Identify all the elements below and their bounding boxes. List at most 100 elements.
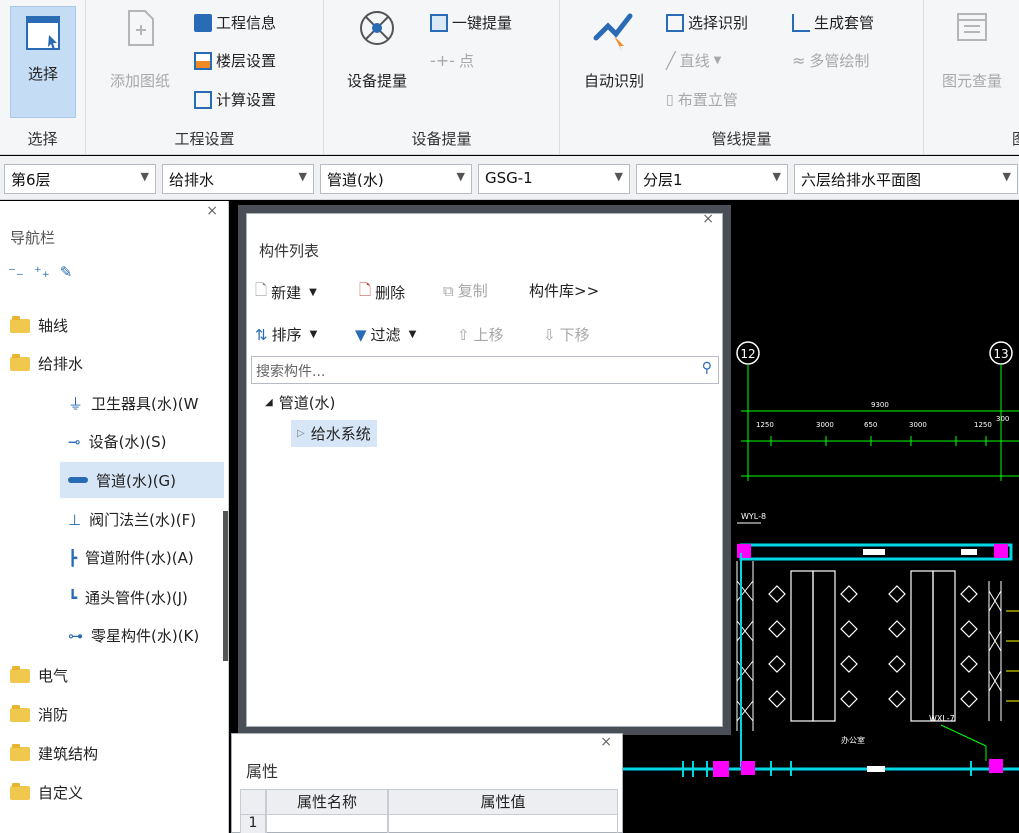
device-extract-icon [360,11,394,45]
new-button[interactable]: 🗋 新建 ▼ [255,280,317,305]
close-icon[interactable]: × [702,211,714,227]
floor-select-value: 第6层 [11,171,51,189]
close-icon[interactable]: × [206,203,218,219]
calc-settings-icon [194,90,212,109]
nav-item-valve[interactable]: ⊥ 阀门法兰(水)(F) [68,509,196,530]
add-drawing-button[interactable]: 添加图纸 [100,8,180,91]
cad-canvas-lower[interactable] [623,733,731,833]
close-icon[interactable]: × [600,734,612,750]
select-identify-label: 选择识别 [688,14,749,32]
folder-icon [10,743,30,761]
tree-node-pipe[interactable]: ◢ 管道(水) [265,392,335,413]
expand-all-icon[interactable]: ⁺₊ [34,263,50,281]
place-riser-button[interactable]: ▯ 布置立管 [666,89,738,110]
code-select[interactable]: GSG-1 ▼ [478,164,630,194]
multi-pipe-button[interactable]: ≈ 多管绘制 [792,50,869,71]
gen-sleeve-button[interactable]: 生成套管 [792,12,874,33]
nav-item-misc[interactable]: ⊶ 零星构件(水)(K) [68,625,199,646]
search-icon[interactable]: ⚲ [702,360,712,376]
calc-settings-button[interactable]: 计算设置 [194,89,276,110]
select-icon [26,16,60,50]
copy-label: 复制 [457,282,488,300]
nav-item-structure[interactable]: 建筑结构 [10,743,98,764]
search-placeholder: 搜索构件... [256,364,326,380]
select-button[interactable]: 选择 [10,6,76,118]
move-up-button[interactable]: ⇧ 上移 [457,324,504,345]
library-label: 构件库>> [529,282,600,300]
chevron-down-icon: ▼ [456,170,465,183]
layer-select[interactable]: 分层1 ▼ [636,164,788,194]
nav-scrollbar[interactable] [223,511,228,661]
collapse-all-icon[interactable]: ⁻₋ [8,263,24,281]
auto-identify-button[interactable]: 自动识别 [570,8,658,91]
filter-button[interactable]: ▼ 过滤 ▼ [355,324,416,345]
nav-item-accessory[interactable]: ┣ 管道附件(水)(A) [68,547,194,568]
collapsed-arrow-icon: ▷ [297,428,305,439]
floor-settings-icon [194,51,212,70]
drawing-select[interactable]: 六层给排水平面图 ▼ [794,164,1018,194]
chevron-down-icon: ▼ [713,55,722,66]
category-select[interactable]: 管道(水) ▼ [320,164,472,194]
new-label: 新建 [271,284,302,302]
element-qty-button[interactable]: 图元查量 [930,8,1014,91]
accessory-icon: ┣ [68,548,78,567]
select-identify-button[interactable]: 选择识别 [666,12,748,33]
nav-item-fire[interactable]: 消防 [10,704,68,725]
properties-col-value[interactable]: 属性值 [388,789,618,815]
dim-3: 650 [864,421,877,429]
group-title-drawing: 图 [1012,128,1019,149]
cad-canvas[interactable]: 12 13 9300 1250 3000 650 3000 1250 300 W… [621,201,1019,833]
cad-drawing-lower [623,761,731,777]
floor-select[interactable]: 第6层 ▼ [4,164,156,194]
component-search-input[interactable]: 搜索构件... ⚲ [251,356,719,384]
device-extract-button[interactable]: 设备提量 [338,8,416,91]
point-button[interactable]: -+- 点 [430,50,474,71]
sort-icon: ⇅ [255,325,268,344]
properties-corner [240,789,266,815]
properties-row-number: 1 [240,814,266,833]
library-button[interactable]: 构件库>> [529,280,599,301]
select-identify-icon [666,13,684,32]
nav-item-water[interactable]: 给排水 [10,353,83,374]
line-label: 直线 [679,52,710,70]
nav-item-electric[interactable]: 电气 [10,665,68,686]
nav-item-pipe[interactable]: 管道(水)(G) [60,462,224,498]
project-info-button[interactable]: 工程信息 [194,12,276,33]
line-button[interactable]: ╱ 直线 ▼ [666,50,721,71]
nav-item-label: 设备(水)(S) [88,433,167,451]
sort-button[interactable]: ⇅ 排序 ▼ [255,324,317,345]
properties-row-name[interactable] [266,814,388,833]
tag-wyl: WYL-8 [741,512,766,521]
nav-item-equipment[interactable]: ⊸ 设备(水)(S) [68,431,167,452]
copy-button[interactable]: ⧉ 复制 [443,280,488,301]
nav-item-custom[interactable]: 自定义 [10,782,83,803]
one-key-icon [430,13,448,32]
layer-select-value: 分层1 [643,171,683,189]
move-down-button[interactable]: ⇩ 下移 [543,324,590,345]
point-label: 点 [458,52,474,70]
folder-open-icon [10,353,30,371]
nav-item-label: 阀门法兰(水)(F) [89,511,197,529]
tree-node-label: 给水系统 [310,425,371,443]
dim-2: 3000 [816,421,834,429]
floor-settings-button[interactable]: 楼层设置 [194,50,276,71]
nav-item-fitting[interactable]: ┗ 通头管件(水)(J) [68,587,188,608]
discipline-select-value: 给排水 [169,171,215,189]
place-riser-label: 布置立管 [677,91,738,109]
delete-button[interactable]: 🗋 删除 [359,280,405,305]
properties-row-value[interactable] [388,814,618,833]
chevron-down-icon: ▼ [614,170,623,183]
copy-icon: ⧉ [443,281,454,300]
discipline-select[interactable]: 给排水 ▼ [162,164,314,194]
nav-item-sanitary[interactable]: ⏚ 卫生器具(水)(W [68,393,198,414]
tree-node-water-supply[interactable]: ▷ 给水系统 [291,420,377,447]
nav-item-axis[interactable]: 轴线 [10,315,68,336]
one-key-extract-button[interactable]: 一键提量 [430,12,512,33]
nav-item-label: 电气 [38,667,69,685]
edit-icon[interactable]: ✎ [60,263,73,281]
drawing-select-value: 六层给排水平面图 [801,171,922,189]
properties-col-name[interactable]: 属性名称 [266,789,388,815]
folder-icon [10,315,30,333]
component-list-title: 构件列表 [259,242,320,260]
new-icon: 🗋 [255,281,268,299]
